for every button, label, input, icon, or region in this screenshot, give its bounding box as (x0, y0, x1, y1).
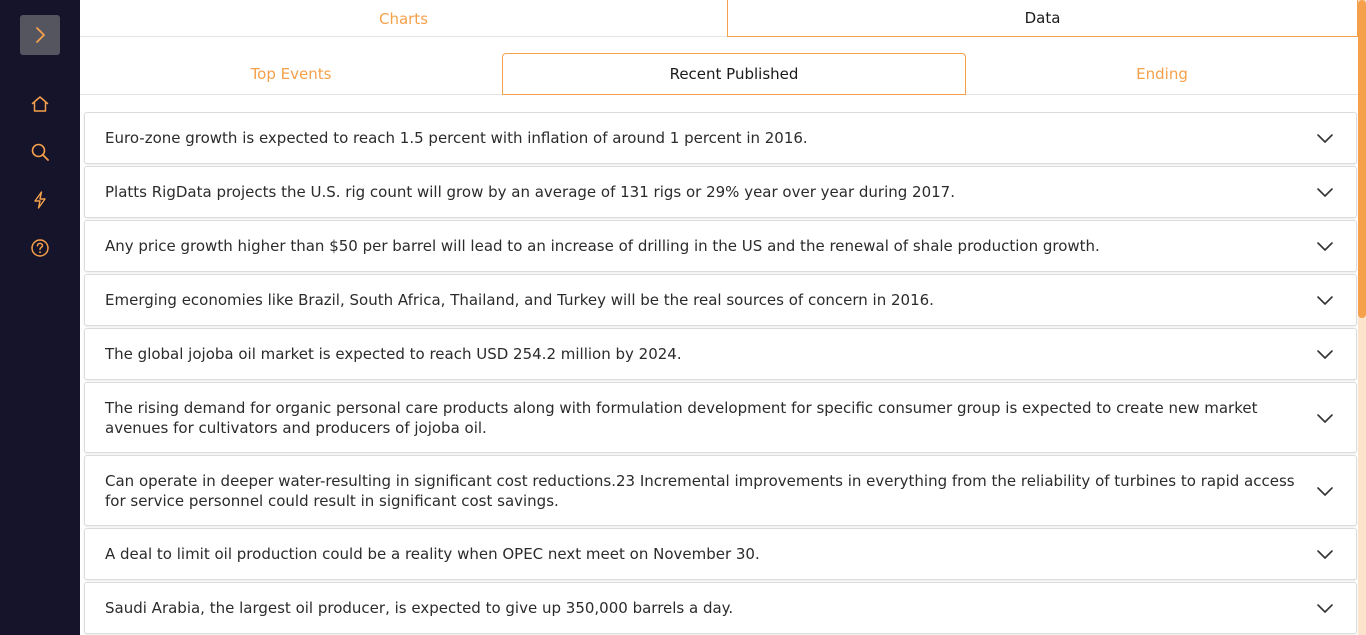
scrollbar-thumb[interactable] (1358, 0, 1366, 318)
list-item-text: Platts RigData projects the U.S. rig cou… (105, 183, 955, 201)
subtab-recent-published[interactable]: Recent Published (502, 53, 966, 95)
sidebar-item-home[interactable] (27, 91, 53, 117)
tab-charts[interactable]: Charts (80, 0, 727, 37)
chevron-down-icon[interactable] (1316, 294, 1334, 306)
list-item-text: Can operate in deeper water-resulting in… (105, 471, 1295, 510)
list-item[interactable]: Euro-zone growth is expected to reach 1.… (84, 112, 1357, 164)
list-item[interactable]: Saudi Arabia, the largest oil producer, … (84, 582, 1357, 634)
sidebar-item-help[interactable] (27, 235, 53, 261)
chevron-down-icon[interactable] (1316, 132, 1334, 144)
sidebar-item-search[interactable] (27, 139, 53, 165)
sidebar-item-lightning[interactable] (27, 187, 53, 213)
chevron-down-icon[interactable] (1316, 548, 1334, 560)
chevron-down-icon[interactable] (1316, 485, 1334, 497)
list-item-text: The global jojoba oil market is expected… (105, 345, 682, 363)
top-tabs: Charts Data (80, 0, 1358, 37)
chevron-down-icon[interactable] (1316, 240, 1334, 252)
list-item-text: Euro-zone growth is expected to reach 1.… (105, 129, 808, 147)
list-item[interactable]: Any price growth higher than $50 per bar… (84, 220, 1357, 272)
subtab-ending[interactable]: Ending (966, 53, 1358, 95)
chevron-right-icon (36, 27, 45, 43)
search-icon (31, 143, 49, 161)
list-item[interactable]: The global jojoba oil market is expected… (84, 328, 1357, 380)
list-item-text: Any price growth higher than $50 per bar… (105, 237, 1100, 255)
list-item[interactable]: Emerging economies like Brazil, South Af… (84, 274, 1357, 326)
list-item[interactable]: Can operate in deeper water-resulting in… (84, 455, 1357, 526)
chevron-down-icon[interactable] (1316, 348, 1334, 360)
home-icon (31, 96, 49, 112)
chevron-down-icon[interactable] (1316, 412, 1334, 424)
help-icon (31, 239, 49, 257)
subtab-top-events[interactable]: Top Events (80, 53, 502, 95)
chevron-down-icon[interactable] (1316, 602, 1334, 614)
list-item-text: Emerging economies like Brazil, South Af… (105, 291, 934, 309)
sub-tabs: Top Events Recent Published Ending (80, 37, 1358, 95)
list-item[interactable]: The rising demand for organic personal c… (84, 382, 1357, 453)
chevron-down-icon[interactable] (1316, 186, 1334, 198)
sidebar (0, 0, 80, 635)
list-item[interactable]: A deal to limit oil production could be … (84, 528, 1357, 580)
list-item-text: The rising demand for organic personal c… (105, 398, 1258, 437)
list-item[interactable]: Platts RigData projects the U.S. rig cou… (84, 166, 1357, 218)
list-item-text: A deal to limit oil production could be … (105, 545, 760, 563)
tab-data[interactable]: Data (727, 0, 1358, 37)
expand-sidebar-button[interactable] (20, 15, 60, 55)
lightning-icon (34, 191, 46, 209)
main-panel: Charts Data Top Events Recent Published … (80, 0, 1358, 635)
list-item-text: Saudi Arabia, the largest oil producer, … (105, 599, 734, 617)
